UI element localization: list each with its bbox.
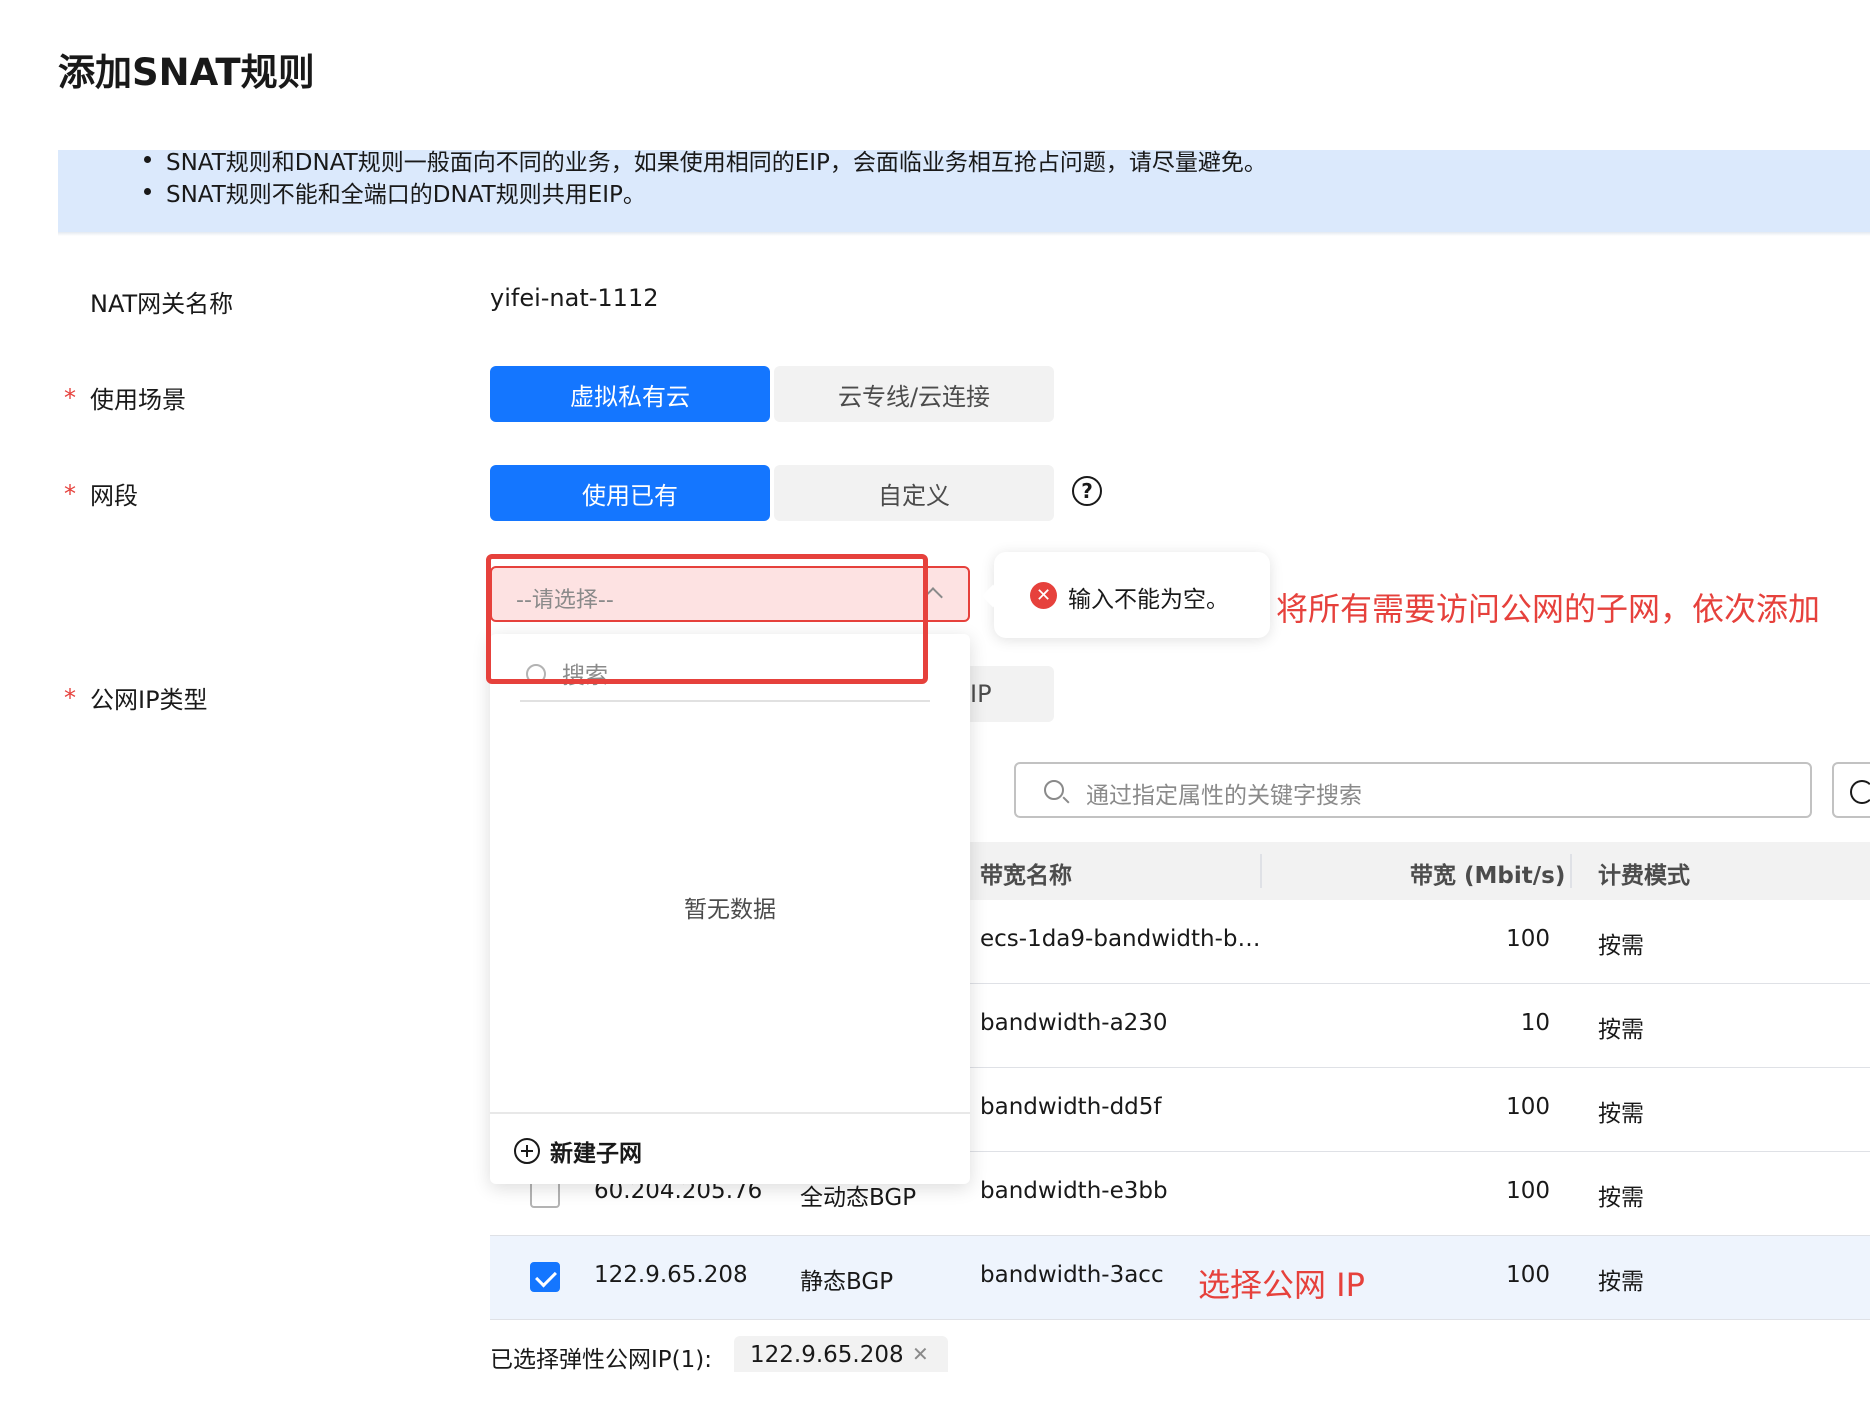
- notice-divider: [58, 232, 1870, 236]
- required-mark: *: [64, 684, 76, 712]
- column-divider: [1260, 854, 1262, 888]
- column-header-billing[interactable]: 计费模式: [1598, 856, 1690, 890]
- plus-circle-icon[interactable]: [514, 1138, 540, 1164]
- bandwidth-name-cell: ecs-1da9-bandwidth-b…: [980, 926, 1261, 952]
- notice-line-2: SNAT规则不能和全端口的DNAT规则共用EIP。: [144, 175, 646, 209]
- billing-cell: 按需: [1598, 1017, 1644, 1043]
- page-title: 添加SNAT规则: [58, 51, 315, 94]
- bandwidth-name-cell: bandwidth-3acc: [980, 1262, 1164, 1288]
- scenario-option-dc[interactable]: 云专线/云连接: [774, 366, 1054, 422]
- billing-cell: 按需: [1598, 1269, 1644, 1295]
- bandwidth-cell: 100: [1506, 1094, 1550, 1120]
- question-circle-icon[interactable]: ?: [1072, 476, 1102, 506]
- refresh-icon: [1850, 780, 1870, 804]
- error-icon: ✕: [1030, 582, 1057, 609]
- column-divider: [1570, 854, 1572, 888]
- bandwidth-cell: 100: [1506, 1178, 1550, 1204]
- error-tooltip: ✕ 输入不能为空。: [994, 552, 1270, 638]
- eip-search-input[interactable]: 通过指定属性的关键字搜索: [1014, 762, 1812, 818]
- bandwidth-cell: 10: [1520, 1010, 1550, 1036]
- dropdown-divider: [490, 1112, 970, 1114]
- ip-type-cell: 静态BGP: [800, 1269, 894, 1295]
- subnet-dropdown: 搜索 暂无数据 新建子网: [490, 634, 970, 1184]
- public-ip-type-option-label: IP: [970, 680, 992, 708]
- public-ip-type-label: 公网IP类型: [90, 686, 208, 714]
- billing-cell: 按需: [1598, 1185, 1644, 1211]
- selected-eip-label: 已选择弹性公网IP(1):: [490, 1347, 712, 1373]
- eip-search-placeholder: 通过指定属性的关键字搜索: [1086, 783, 1362, 809]
- billing-cell: 按需: [1598, 933, 1644, 959]
- close-icon[interactable]: ✕: [912, 1342, 929, 1366]
- row-checkbox[interactable]: [530, 1262, 560, 1292]
- notice-line-1: SNAT规则和DNAT规则一般面向不同的业务，如果使用相同的EIP，会面临业务相…: [144, 150, 1267, 177]
- nat-name-value: yifei-nat-1112: [490, 284, 659, 312]
- selected-eip-tag: 122.9.65.208 ✕: [734, 1336, 948, 1372]
- bandwidth-cell: 100: [1506, 926, 1550, 952]
- bandwidth-cell: 100: [1506, 1262, 1550, 1288]
- select-ip-annotation: 选择公网 IP: [1198, 1266, 1365, 1304]
- notice-banner: SNAT规则和DNAT规则一般面向不同的业务，如果使用相同的EIP，会面临业务相…: [58, 150, 1870, 232]
- scenario-option-vpc[interactable]: 虚拟私有云: [490, 366, 770, 422]
- empty-state: 暂无数据: [684, 897, 776, 923]
- create-subnet-link[interactable]: 新建子网: [550, 1134, 642, 1168]
- subnet-label: 网段: [90, 482, 138, 510]
- dropdown-search-underline: [520, 700, 930, 702]
- refresh-button[interactable]: [1832, 762, 1870, 818]
- nat-name-label: NAT网关名称: [90, 290, 234, 318]
- subnet-option-custom[interactable]: 自定义: [774, 465, 1054, 521]
- column-header-bandwidth[interactable]: 带宽 (Mbit/s): [1410, 856, 1565, 890]
- bandwidth-name-cell: bandwidth-a230: [980, 1010, 1168, 1036]
- scenario-label: 使用场景: [90, 386, 186, 414]
- table-row-selected[interactable]: 122.9.65.208 静态BGP bandwidth-3acc 100 按需: [490, 1236, 1870, 1320]
- subnet-option-existing[interactable]: 使用已有: [490, 465, 770, 521]
- error-message: 输入不能为空。: [1068, 587, 1229, 613]
- bandwidth-name-cell: bandwidth-e3bb: [980, 1178, 1168, 1204]
- subnet-annotation: 将所有需要访问公网的子网，依次添加: [1276, 590, 1821, 628]
- column-header-bandwidth-name[interactable]: 带宽名称: [980, 856, 1072, 890]
- search-icon: [1044, 780, 1064, 800]
- selected-eip-value: 122.9.65.208: [750, 1342, 904, 1368]
- billing-cell: 按需: [1598, 1101, 1644, 1127]
- required-mark: *: [64, 384, 76, 412]
- ip-cell: 122.9.65.208: [594, 1262, 748, 1288]
- highlight-box: [486, 554, 928, 684]
- bandwidth-name-cell: bandwidth-dd5f: [980, 1094, 1162, 1120]
- required-mark: *: [64, 480, 76, 508]
